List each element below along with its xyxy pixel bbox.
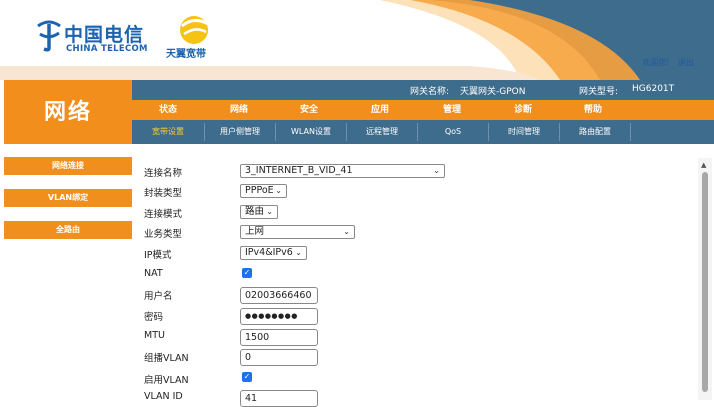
tab-wlan-settings[interactable]: WLAN设置 (276, 123, 347, 141)
tab-route-config[interactable]: 路由配置 (560, 123, 631, 141)
side-item-full-routing[interactable]: 全路由 (4, 221, 132, 239)
welcome-text: 欢迎您! (642, 58, 670, 67)
nav-management[interactable]: 管理 (416, 100, 488, 120)
gateway-model-value: HG6201T (632, 84, 675, 94)
service-type-label: 业务类型 (144, 229, 183, 240)
broadband-name: 天翼宽带 (166, 49, 206, 60)
section-header: 网络 (4, 80, 132, 144)
gateway-name-value: 天翼网关-GPON (460, 87, 526, 97)
password-label: 密码 (144, 312, 164, 323)
nav-status[interactable]: 状态 (132, 100, 204, 120)
nat-label: NAT (144, 268, 163, 279)
broadband-emblem-icon (180, 16, 209, 44)
section-title: 网络 (43, 100, 92, 125)
connection-name-value: 3_INTERNET_B_VID_41 (245, 165, 353, 176)
chevron-down-icon: ⌄ (343, 227, 350, 236)
nav-network[interactable]: 网络 (204, 100, 274, 120)
tab-time-management[interactable]: 时间管理 (489, 123, 560, 141)
ip-mode-select[interactable]: IPv4&IPv6 ⌄ (240, 246, 307, 260)
enable-vlan-label: 启用VLAN (144, 375, 189, 386)
mtu-input[interactable]: 1500 (240, 329, 318, 346)
top-links: 欢迎您! 退出 (636, 57, 694, 68)
connection-name-select[interactable]: 3_INTERNET_B_VID_41 ⌄ (240, 164, 445, 178)
chevron-down-icon: ⌄ (433, 166, 440, 175)
service-type-value: 上网 (245, 226, 265, 237)
nat-checkbox[interactable]: ✓ (242, 268, 252, 278)
connection-name-label: 连接名称 (144, 168, 183, 179)
connection-form: 连接名称 3_INTERNET_B_VID_41 ⌄ 封装类型 PPPoE ⌄ … (132, 144, 698, 407)
enable-vlan-checkbox[interactable]: ✓ (242, 372, 252, 382)
sub-nav: 宽带设置 用户侧管理 WLAN设置 远程管理 QoS 时间管理 路由配置 (132, 120, 714, 144)
main-nav: 状态 网络 安全 应用 管理 诊断 帮助 (132, 100, 714, 120)
china-telecom-emblem-icon (37, 20, 61, 52)
multicast-vlan-input[interactable]: 0 (240, 349, 318, 366)
content-scrollbar[interactable]: ▲ (698, 158, 712, 400)
encapsulation-label: 封装类型 (144, 188, 183, 199)
header: 中国电信 CHINA TELECOM 天翼宽带 欢迎您! 退出 (0, 0, 714, 80)
side-item-vlan-binding[interactable]: VLAN绑定 (4, 189, 132, 207)
chevron-down-icon: ⌄ (266, 207, 273, 216)
encapsulation-value: PPPoE (245, 185, 274, 196)
ip-mode-value: IPv4&IPv6 (245, 247, 293, 258)
nav-diagnostics[interactable]: 诊断 (488, 100, 558, 120)
china-telecom-chinese-name: 中国电信 (64, 24, 145, 46)
scroll-up-arrow-icon[interactable]: ▲ (701, 161, 706, 169)
tab-broadband-settings[interactable]: 宽带设置 (132, 123, 205, 141)
connection-mode-value: 路由 (245, 206, 265, 217)
vlan-id-label: VLAN ID (144, 391, 183, 402)
gateway-name-label: 网关名称: (410, 87, 450, 97)
gateway-model-label: 网关型号: (579, 87, 619, 97)
scroll-thumb[interactable] (702, 172, 708, 392)
side-item-network-connection[interactable]: 网络连接 (4, 157, 132, 175)
multicast-vlan-label: 组播VLAN (144, 353, 189, 364)
chevron-down-icon: ⌄ (295, 248, 302, 257)
china-telecom-logo: 中国电信 CHINA TELECOM (34, 18, 148, 55)
chevron-down-icon: ⌄ (275, 186, 282, 195)
connection-mode-label: 连接模式 (144, 209, 183, 220)
nav-help[interactable]: 帮助 (558, 100, 628, 120)
tab-remote-management[interactable]: 远程管理 (347, 123, 418, 141)
encapsulation-select[interactable]: PPPoE ⌄ (240, 184, 287, 198)
username-label: 用户名 (144, 291, 173, 302)
gateway-info-bar: 网关名称: 天翼网关-GPON 网关型号: HG6201T (132, 80, 714, 100)
china-telecom-english-name: CHINA TELECOM (66, 44, 148, 54)
logout-link[interactable]: 退出 (678, 58, 694, 67)
ip-mode-label: IP模式 (144, 250, 172, 261)
tab-user-side-management[interactable]: 用户侧管理 (205, 123, 276, 141)
username-input[interactable]: 02003666460 (240, 287, 318, 304)
service-type-select[interactable]: 上网 ⌄ (240, 225, 355, 239)
password-input[interactable]: ●●●●●●●● (240, 308, 318, 325)
broadband-logo: 天翼宽带 (162, 14, 232, 62)
tab-qos[interactable]: QoS (418, 123, 489, 141)
mtu-label: MTU (144, 330, 165, 341)
nav-security[interactable]: 安全 (274, 100, 344, 120)
nav-applications[interactable]: 应用 (344, 100, 416, 120)
vlan-id-input[interactable]: 41 (240, 390, 318, 407)
connection-mode-select[interactable]: 路由 ⌄ (240, 205, 278, 219)
